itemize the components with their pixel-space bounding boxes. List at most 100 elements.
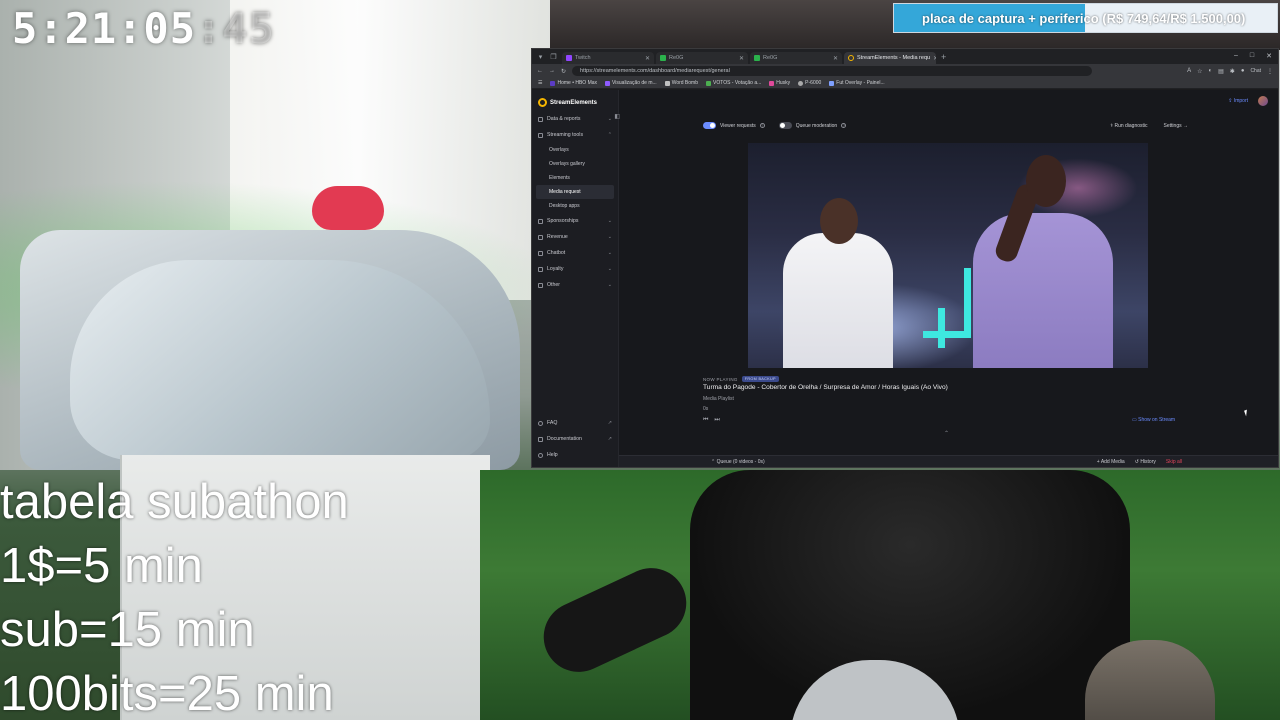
- timer-seconds: :45: [196, 4, 275, 53]
- chevron-up-icon[interactable]: ⌃: [944, 430, 949, 437]
- bookmarks-bar: ☰ Home • HBO Max Visualização de m... Wo…: [532, 78, 1278, 89]
- sidebar-item-elements[interactable]: Elements: [532, 171, 618, 185]
- chevron-down-icon: ⌄: [607, 234, 612, 240]
- avatar[interactable]: [1258, 96, 1268, 106]
- reader-icon[interactable]: ▤: [1218, 68, 1224, 75]
- tab-streamelements[interactable]: StreamElements - Media requ✕: [844, 52, 936, 64]
- bookmark-item[interactable]: P-6000: [798, 80, 821, 86]
- help-circle-icon[interactable]: ?: [841, 123, 847, 128]
- maximize-button[interactable]: □: [1250, 52, 1254, 60]
- tab-twitch[interactable]: Twitch ✕: [562, 52, 654, 64]
- settings-button[interactable]: Settings →: [1164, 123, 1188, 129]
- skip-all-button[interactable]: Skip all: [1166, 459, 1182, 465]
- goal-text: placa de captura + periferico (R$ 749,64…: [922, 10, 1246, 26]
- translate-icon[interactable]: A: [1187, 68, 1191, 74]
- chevron-down-icon: ⌄: [607, 266, 612, 272]
- queue-toggle[interactable]: ⌃ Queue (0 videos - 0s): [711, 459, 765, 465]
- chat-button[interactable]: Chat: [1250, 68, 1261, 74]
- queue-moderation-label: Queue moderation: [795, 122, 838, 129]
- close-icon[interactable]: ✕: [933, 55, 936, 62]
- sidebar-item-revenue[interactable]: Revenue ⌄: [532, 229, 618, 245]
- sidebar-item-overlays[interactable]: Overlays: [532, 143, 618, 157]
- chevron-up-icon: ⌃: [607, 132, 612, 138]
- bookmark-item[interactable]: VOTOS - Votação a...: [706, 80, 761, 86]
- bookmark-icon: [664, 80, 670, 86]
- playlist-name: Media Playlist: [703, 396, 734, 402]
- media-request-page: ⇪ Import Viewer requests ? Queue moderat…: [619, 90, 1278, 467]
- apps-icon[interactable]: ☰: [538, 80, 542, 86]
- now-playing-row: NOW PLAYING FROM BACKUP: [703, 376, 779, 382]
- sidebar-item-other[interactable]: Other ⌄: [532, 277, 618, 293]
- sidebar-item-streaming-tools[interactable]: Streaming tools ⌃: [532, 127, 618, 143]
- tab-search-icon[interactable]: ▾: [536, 52, 545, 61]
- close-window-button[interactable]: ✕: [1266, 52, 1272, 60]
- minimize-button[interactable]: –: [1234, 52, 1238, 60]
- neon-sign: [938, 308, 945, 348]
- bookmark-item[interactable]: Home • HBO Max: [550, 80, 597, 86]
- singer-right: [973, 213, 1113, 368]
- document-icon: [538, 436, 543, 442]
- bookmark-item[interactable]: Husky: [769, 80, 790, 86]
- skip-icon[interactable]: ⏭: [714, 417, 719, 424]
- bookmark-item[interactable]: Visualização de m...: [605, 80, 657, 86]
- sidebar-item-help[interactable]: Help: [532, 447, 618, 463]
- tab-re0g-2[interactable]: Re0G ✕: [750, 52, 842, 64]
- star-icon[interactable]: ☆: [1197, 68, 1202, 75]
- diagnostic-icon: ⚕: [1110, 122, 1114, 129]
- run-diagnostic-button[interactable]: ⚕ Run diagnostic: [1110, 123, 1147, 129]
- tab-strip: ▾ ❐ Twitch ✕ Re0G ✕ Re0G ✕ StreamElements -…: [532, 49, 1278, 64]
- bookmark-icon: [605, 80, 611, 86]
- puzzle-icon[interactable]: ✱: [1230, 68, 1235, 75]
- add-media-button[interactable]: + Add Media: [1097, 459, 1125, 465]
- sidebar-item-chatbot[interactable]: Chatbot ⌄: [532, 245, 618, 261]
- forward-icon[interactable]: →: [549, 68, 555, 74]
- chevron-up-icon: ⌃: [711, 458, 716, 465]
- bookmark-item[interactable]: Fut Overlay - Painel...: [829, 80, 885, 86]
- media-controls: ⏮ ⏭: [703, 417, 720, 424]
- extension-icon[interactable]: ◐: [1208, 68, 1212, 74]
- singer-left-head: [820, 198, 858, 244]
- sidebar-item-sponsorships[interactable]: Sponsorships ⌄: [532, 213, 618, 229]
- previous-icon[interactable]: ⏮: [703, 417, 708, 424]
- toolbar-icons: A ☆ ◐ ▤ ✱ ● Chat ⋮: [1187, 68, 1273, 75]
- sidebar-item-data-reports[interactable]: Data & reports ⌄: [532, 111, 618, 127]
- help-circle-icon[interactable]: ?: [759, 123, 765, 128]
- menu-icon[interactable]: ⋮: [1267, 68, 1273, 75]
- history-button[interactable]: ↺ History: [1135, 459, 1156, 465]
- streaming-tools-icon: [538, 132, 543, 138]
- profile-icon[interactable]: ●: [1241, 68, 1245, 74]
- top-bar: ⇪ Import: [619, 90, 1278, 112]
- sidebar-item-documentation[interactable]: Documentation ↗: [532, 431, 618, 447]
- arrow-right-icon: →: [1183, 122, 1188, 129]
- chevron-down-icon: ⌄: [607, 116, 612, 122]
- viewer-requests-toggle[interactable]: [703, 122, 716, 129]
- address-bar-row: ← → ↻ https://streamelements.com/dashboa…: [532, 64, 1278, 78]
- sidebar-item-overlays-gallery[interactable]: Overlays gallery: [532, 157, 618, 171]
- person-head: [312, 186, 384, 230]
- song-title: Turma do Pagode - Cobertor de Orelha / S…: [703, 384, 948, 391]
- close-icon[interactable]: ✕: [833, 55, 838, 62]
- sidebar-item-faq[interactable]: FAQ ↗: [532, 415, 618, 431]
- close-icon[interactable]: ✕: [645, 55, 650, 62]
- video-player[interactable]: [748, 143, 1148, 368]
- sidebar-item-media-request[interactable]: Media request: [536, 185, 614, 199]
- queue-moderation-toggle[interactable]: [778, 122, 792, 129]
- brand[interactable]: StreamElements: [532, 94, 618, 111]
- tab-actions-icon[interactable]: ❐: [549, 52, 558, 61]
- bookmark-icon: [706, 80, 711, 86]
- import-button[interactable]: ⇪ Import: [1228, 98, 1248, 104]
- url-field[interactable]: https://streamelements.com/dashboard/med…: [572, 66, 1093, 76]
- sidebar-item-desktop-apps[interactable]: Desktop apps: [532, 199, 618, 213]
- tab-re0g-1[interactable]: Re0G ✕: [656, 52, 748, 64]
- sidebar: StreamElements ◧ Data & reports ⌄ Streami…: [532, 90, 620, 467]
- faq-icon: [538, 420, 543, 426]
- subathon-rate-row: 100bits=25 min: [0, 667, 334, 720]
- close-icon[interactable]: ✕: [739, 55, 744, 62]
- new-tab-button[interactable]: +: [941, 52, 946, 62]
- back-icon[interactable]: ←: [537, 68, 543, 74]
- bookmark-icon: [829, 80, 835, 86]
- show-on-stream-button[interactable]: ▭ Show on Stream: [1132, 417, 1175, 423]
- reload-icon[interactable]: ↻: [561, 68, 566, 75]
- bookmark-item[interactable]: Word Bomb: [664, 80, 698, 86]
- sidebar-item-loyalty[interactable]: Loyalty ⌄: [532, 261, 618, 277]
